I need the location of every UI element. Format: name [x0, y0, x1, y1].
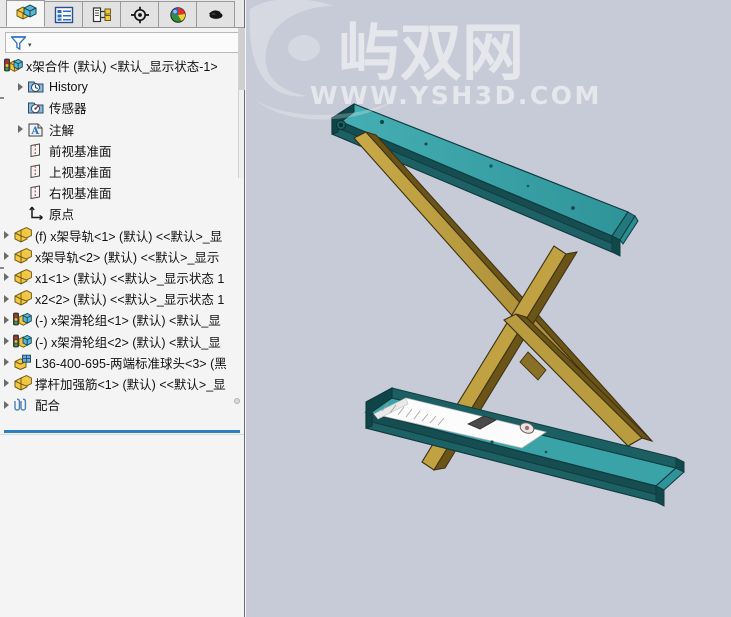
- plane-icon: [27, 163, 46, 180]
- tree-item-label: 前视基准面: [49, 144, 112, 159]
- tab-dimxpert-manager[interactable]: [120, 1, 159, 27]
- tree-item[interactable]: History: [0, 76, 244, 97]
- tree-item-label: 上视基准面: [49, 166, 112, 181]
- panel-edge-tick: [0, 267, 4, 269]
- tree-item-label: 配合: [35, 399, 61, 414]
- tree-item-label: History: [49, 79, 88, 94]
- tree-item[interactable]: 上视基准面: [0, 161, 244, 182]
- tab-configuration-manager[interactable]: [82, 1, 121, 27]
- part-icon: [13, 226, 32, 244]
- tree-item[interactable]: x1<1> (默认) <<默认>_显示状态 1: [0, 267, 244, 288]
- mates-paperclip-icon: [13, 396, 32, 413]
- list-panel-icon: [54, 6, 73, 23]
- tree-section-divider: [4, 430, 240, 433]
- part-icon: [13, 247, 32, 265]
- tab-property-manager[interactable]: [44, 1, 83, 27]
- tree-item-label: 注解: [49, 123, 75, 138]
- tree-item-label: 传感器: [49, 102, 87, 117]
- tree-item[interactable]: (-) x架滑轮组<1> (默认) <默认_显: [0, 309, 244, 330]
- part-icon: [13, 374, 32, 392]
- toolbox-part-icon: [13, 354, 32, 371]
- tree-item[interactable]: L36-400-695-两端标准球头<3> (黑: [0, 352, 244, 373]
- subassembly-status-icon: [13, 311, 32, 328]
- origin-icon: [27, 205, 46, 222]
- tree-scrollbar[interactable]: [238, 28, 245, 178]
- annotations-icon: A: [27, 121, 46, 138]
- svg-text:A: A: [30, 126, 39, 137]
- configuration-icon: [92, 6, 111, 22]
- color-sphere-icon: [169, 6, 186, 23]
- tree-root-assembly[interactable]: x架合件 (默认) <默认_显示状态-1>: [0, 55, 244, 76]
- tree-item-label: x架导轨<2> (默认) <<默认>_显示: [35, 250, 220, 265]
- panel-resize-handle[interactable]: [234, 398, 240, 404]
- tree-item[interactable]: x2<2> (默认) <<默认>_显示状态 1: [0, 288, 244, 309]
- tab-appearance-manager[interactable]: [196, 1, 235, 27]
- panel-edge-tick-upper: [0, 97, 4, 99]
- site-watermark: 屿双网 WWW.YSH3D.COM: [249, 0, 599, 120]
- tree-item-label: x1<1> (默认) <<默认>_显示状态 1: [35, 271, 225, 286]
- watermark-logo-text: 屿双网: [338, 16, 524, 89]
- tree-filter-bar[interactable]: ▾: [5, 32, 239, 53]
- dark-chip-icon: [208, 9, 222, 19]
- tree-root-label: x架合件 (默认) <默认_显示状态-1>: [26, 60, 218, 75]
- tree-item-label: (-) x架滑轮组<1> (默认) <默认_显: [35, 314, 221, 329]
- upper-rail-part: [330, 103, 639, 257]
- tree-item[interactable]: 前视基准面: [0, 140, 244, 161]
- cad-model-view: 屿双网 WWW.YSH3D.COM: [249, 0, 685, 507]
- tree-item-label: 原点: [49, 208, 75, 223]
- tree-item[interactable]: 传感器: [0, 97, 244, 118]
- subassembly-status-icon: [13, 333, 32, 350]
- crosshair-target-icon: [130, 6, 149, 23]
- tree-item[interactable]: 原点: [0, 203, 244, 224]
- tree-item[interactable]: 撑杆加强筋<1> (默认) <<默认>_显: [0, 373, 244, 394]
- graphics-viewport[interactable]: 屿双网 WWW.YSH3D.COM: [246, 0, 731, 617]
- tree-item[interactable]: (f) x架导轨<1> (默认) <<默认>_显: [0, 225, 244, 246]
- tree-item[interactable]: 配合: [0, 394, 244, 415]
- funnel-filter-icon: [10, 35, 27, 50]
- tab-display-manager[interactable]: [158, 1, 197, 27]
- feature-tree: x架合件 (默认) <默认_显示状态-1> History 传感器 A 注解 前…: [0, 55, 244, 425]
- part-icon: [13, 290, 32, 307]
- tab-feature-manager[interactable]: [6, 0, 45, 27]
- tree-item-label: L36-400-695-两端标准球头<3> (黑: [35, 356, 227, 371]
- sensor-folder-icon: [27, 99, 46, 116]
- tree-item-label: (f) x架导轨<1> (默认) <<默认>_显: [35, 229, 223, 244]
- tree-item[interactable]: (-) x架滑轮组<2> (默认) <默认_显: [0, 330, 244, 351]
- tree-item-label: (-) x架滑轮组<2> (默认) <默认_显: [35, 335, 221, 350]
- plane-icon: [27, 142, 46, 159]
- tree-item-label: x2<2> (默认) <<默认>_显示状态 1: [35, 293, 225, 308]
- lower-rail-part: [364, 387, 685, 507]
- filter-dropdown-caret[interactable]: ▾: [28, 41, 32, 49]
- assembly-with-status-icon: [4, 57, 23, 74]
- tree-empty-area: [0, 434, 244, 617]
- solidworks-window: ▾ x架合件 (默认) <默认_显示状态-1> History 传感器 A 注解…: [0, 0, 731, 617]
- tree-item-label: 右视基准面: [49, 187, 112, 202]
- tree-item-label: 撑杆加强筋<1> (默认) <<默认>_显: [35, 377, 226, 392]
- yellow-cube-icon: [16, 3, 36, 20]
- tree-item[interactable]: x架导轨<2> (默认) <<默认>_显示: [0, 246, 244, 267]
- tree-item-list: History 传感器 A 注解 前视基准面 上视基准面 右视基准面 原点 (f…: [0, 76, 244, 415]
- tree-item[interactable]: A 注解: [0, 119, 244, 140]
- tree-item[interactable]: 右视基准面: [0, 182, 244, 203]
- plane-icon: [27, 184, 46, 201]
- part-icon: [13, 269, 32, 286]
- manager-tab-strip: [0, 0, 244, 28]
- feature-manager-panel: ▾ x架合件 (默认) <默认_显示状态-1> History 传感器 A 注解…: [0, 0, 245, 617]
- history-folder-icon: [27, 78, 46, 95]
